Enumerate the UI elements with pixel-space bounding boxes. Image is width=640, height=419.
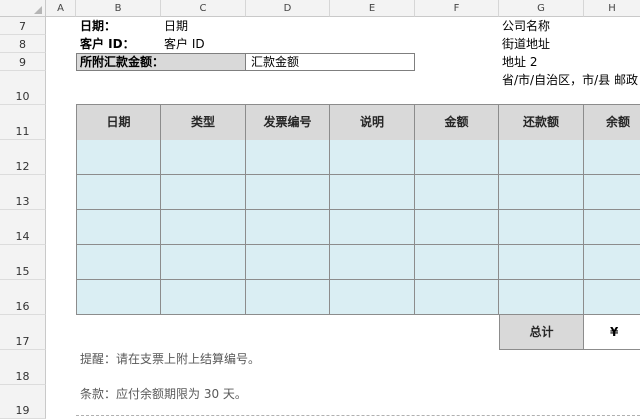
- table-cell[interactable]: [415, 280, 499, 315]
- total-value[interactable]: ¥: [584, 315, 640, 350]
- row-number: 9: [19, 56, 26, 69]
- table-cell[interactable]: [415, 140, 499, 175]
- row-header-14[interactable]: 14: [0, 210, 46, 245]
- table-cell[interactable]: [499, 140, 584, 175]
- row-number: 8: [19, 38, 26, 51]
- table-cell[interactable]: [415, 210, 499, 245]
- table-cell[interactable]: [77, 210, 161, 245]
- row-header-16[interactable]: 16: [0, 280, 46, 315]
- table-cell[interactable]: [499, 245, 584, 280]
- row-number: 12: [15, 160, 30, 173]
- row-number: 7: [19, 20, 26, 33]
- city-region-zip[interactable]: 省/市/自治区，市/县 邮政: [502, 72, 638, 88]
- row-number: 18: [15, 370, 30, 383]
- row-header-15[interactable]: 15: [0, 245, 46, 280]
- customer-id-label: 客户 ID：: [80, 37, 135, 51]
- table-cell[interactable]: [330, 175, 415, 210]
- row-number: 19: [15, 404, 30, 417]
- header-balance[interactable]: 余额: [584, 105, 640, 140]
- table-cell[interactable]: [330, 210, 415, 245]
- row-number: 11: [15, 125, 30, 138]
- table-cell[interactable]: [499, 280, 584, 315]
- row-header-9[interactable]: 9: [0, 53, 46, 71]
- table-cell[interactable]: [246, 280, 330, 315]
- table-cell[interactable]: [161, 140, 246, 175]
- table-cell[interactable]: [77, 175, 161, 210]
- row-number: 15: [15, 265, 30, 278]
- date-label: 日期：: [80, 19, 117, 33]
- table-cell[interactable]: [330, 140, 415, 175]
- table-cell[interactable]: [584, 140, 640, 175]
- table-cell[interactable]: [584, 175, 640, 210]
- row-number: 16: [15, 300, 30, 313]
- header-payment[interactable]: 还款额: [499, 105, 584, 140]
- row-number: 14: [15, 230, 30, 243]
- table-cell[interactable]: [415, 245, 499, 280]
- table-cell[interactable]: [161, 280, 246, 315]
- table-cell[interactable]: [330, 280, 415, 315]
- row-number: 10: [15, 90, 30, 103]
- remittance-label: 所附汇款金额：: [80, 55, 165, 69]
- table-cell[interactable]: [584, 245, 640, 280]
- reminder-note[interactable]: 提醒：请在支票上附上结算编号。: [80, 351, 260, 367]
- select-all-corner[interactable]: [0, 0, 46, 17]
- header-amount[interactable]: 金额: [415, 105, 499, 140]
- date-value[interactable]: 日期: [164, 18, 188, 34]
- table-cell[interactable]: [584, 210, 640, 245]
- street-address[interactable]: 街道地址: [502, 36, 550, 52]
- table-cell[interactable]: [246, 175, 330, 210]
- table-cell[interactable]: [77, 140, 161, 175]
- customer-id-value[interactable]: 客户 ID: [164, 36, 205, 52]
- table-cell[interactable]: [161, 210, 246, 245]
- table-cell[interactable]: [499, 175, 584, 210]
- row-header-8[interactable]: 8: [0, 35, 46, 53]
- column-header-d[interactable]: D: [246, 0, 330, 17]
- table-cell[interactable]: [330, 245, 415, 280]
- total-label[interactable]: 总计: [499, 315, 584, 350]
- address-line-2[interactable]: 地址 2: [502, 54, 537, 70]
- row-header-17[interactable]: 17: [0, 315, 46, 350]
- column-header-b[interactable]: B: [76, 0, 161, 17]
- column-header-h[interactable]: H: [584, 0, 640, 17]
- table-cell[interactable]: [77, 280, 161, 315]
- column-header-a[interactable]: A: [46, 0, 76, 17]
- spreadsheet-grid: A B C D E F G H 7 8 9 10 11 12 13 14 15 …: [0, 0, 640, 419]
- table-cell[interactable]: [246, 210, 330, 245]
- select-all-triangle-icon: [34, 6, 42, 14]
- page-break-line: [76, 415, 640, 416]
- row-header-10[interactable]: 10: [0, 71, 46, 105]
- table-cell[interactable]: [246, 245, 330, 280]
- company-name[interactable]: 公司名称: [502, 18, 550, 34]
- table-cell[interactable]: [161, 245, 246, 280]
- row-number: 17: [15, 335, 30, 348]
- header-type[interactable]: 类型: [161, 105, 246, 140]
- column-header-c[interactable]: C: [161, 0, 246, 17]
- table-cell[interactable]: [415, 175, 499, 210]
- table-cell[interactable]: [77, 245, 161, 280]
- column-header-g[interactable]: G: [499, 0, 584, 17]
- row-header-12[interactable]: 12: [0, 140, 46, 175]
- header-date[interactable]: 日期: [77, 105, 161, 140]
- row-number: 13: [15, 195, 30, 208]
- terms-note[interactable]: 条款：应付余额期限为 30 天。: [80, 386, 247, 402]
- table-cell[interactable]: [246, 140, 330, 175]
- row-header-19[interactable]: 19: [0, 385, 46, 419]
- table-cell[interactable]: [161, 175, 246, 210]
- row-header-7[interactable]: 7: [0, 17, 46, 35]
- row-header-18[interactable]: 18: [0, 350, 46, 385]
- header-description[interactable]: 说明: [330, 105, 415, 140]
- row-header-13[interactable]: 13: [0, 175, 46, 210]
- header-invoice-no[interactable]: 发票编号: [246, 105, 330, 140]
- column-header-e[interactable]: E: [330, 0, 415, 17]
- table-cell[interactable]: [499, 210, 584, 245]
- remittance-amount[interactable]: 汇款金额: [251, 54, 299, 70]
- table-cell[interactable]: [584, 280, 640, 315]
- column-header-f[interactable]: F: [415, 0, 499, 17]
- row-header-11[interactable]: 11: [0, 105, 46, 140]
